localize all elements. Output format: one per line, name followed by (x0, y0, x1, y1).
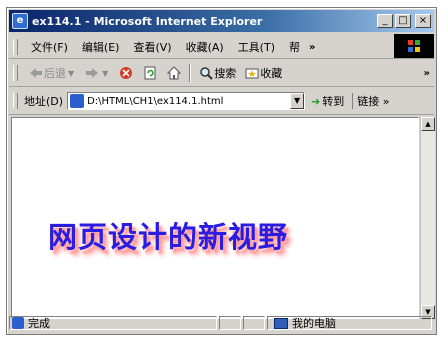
menu-tools[interactable]: 工具(T) (231, 39, 282, 55)
menu-edit[interactable]: 编辑(E) (75, 39, 127, 55)
close-button[interactable]: × (415, 14, 431, 28)
favorites-icon (244, 65, 260, 81)
back-button[interactable]: 后退 ▼ (24, 65, 80, 81)
zone-text: 我的电脑 (292, 317, 336, 330)
addressbar-grip[interactable] (13, 93, 18, 109)
browser-window: e ex114.1 - Microsoft Internet Explorer … (6, 7, 437, 335)
status-bar: 完成 我的电脑 (9, 314, 434, 332)
home-icon (166, 65, 182, 81)
search-button[interactable]: 搜索 (194, 65, 240, 81)
back-arrow-icon (28, 65, 44, 81)
favorites-label: 收藏 (260, 67, 283, 80)
links-button[interactable]: 链接 » (352, 93, 390, 109)
menu-favorites[interactable]: 收藏(A) (179, 39, 231, 55)
forward-dropdown-icon[interactable]: ▼ (102, 69, 108, 78)
back-dropdown-icon[interactable]: ▼ (68, 69, 74, 78)
address-url[interactable]: D:\HTML\CH1\ex114.1.html (87, 96, 290, 107)
window-title: ex114.1 - Microsoft Internet Explorer (32, 14, 263, 28)
status-pane-empty (243, 316, 265, 330)
search-label: 搜索 (214, 67, 237, 80)
standard-toolbar: 后退 ▼ ▼ 搜索 收藏 » (9, 60, 434, 87)
page-content: 网页设计的新视野 (11, 117, 419, 319)
scroll-up-icon[interactable]: ▲ (421, 117, 435, 131)
go-label: 转到 (322, 95, 345, 108)
menu-bar: 文件(F) 编辑(E) 查看(V) 收藏(A) 工具(T) 帮 » (9, 34, 434, 59)
back-label: 后退 (44, 67, 66, 80)
windows-logo-icon (394, 34, 434, 58)
stop-button[interactable] (114, 65, 138, 81)
caption-buttons: _ □ × (377, 14, 431, 28)
toolbar-grip[interactable] (13, 65, 18, 81)
favorites-button[interactable]: 收藏 (240, 65, 286, 81)
menu-help[interactable]: 帮 (282, 39, 307, 55)
menubar-grip[interactable] (13, 39, 18, 55)
address-input[interactable]: D:\HTML\CH1\ex114.1.html ▼ (67, 92, 306, 110)
menu-view[interactable]: 查看(V) (126, 39, 178, 55)
ie-icon: e (12, 13, 28, 29)
forward-button[interactable]: ▼ (80, 65, 114, 81)
page-icon (70, 94, 85, 108)
status-pane: 完成 (9, 316, 217, 330)
home-button[interactable] (162, 65, 186, 81)
page-headline: 网页设计的新视野 (48, 220, 289, 254)
done-page-icon (12, 317, 24, 329)
address-label: 地址(D) (24, 95, 64, 108)
toolbar-more-chevron[interactable]: » (424, 68, 434, 79)
go-button[interactable]: ➜ 转到 (311, 93, 344, 109)
address-bar: 地址(D) D:\HTML\CH1\ex114.1.html ▼ ➜ 转到 链接… (9, 88, 434, 115)
search-icon (198, 65, 214, 81)
address-dropdown-icon[interactable]: ▼ (290, 93, 305, 109)
menu-file[interactable]: 文件(F) (24, 39, 75, 55)
title-bar[interactable]: e ex114.1 - Microsoft Internet Explorer … (9, 10, 434, 32)
refresh-button[interactable] (138, 65, 162, 81)
menu-more-chevron[interactable]: » (307, 42, 317, 53)
status-text: 完成 (28, 317, 50, 330)
forward-arrow-icon (84, 65, 100, 81)
refresh-icon (142, 65, 158, 81)
toolbar-separator (189, 64, 192, 82)
vertical-scrollbar[interactable]: ▲ ▼ (420, 117, 435, 319)
stop-icon (118, 65, 134, 81)
security-zone-pane: 我的电脑 (267, 316, 432, 330)
maximize-button[interactable]: □ (395, 14, 411, 28)
computer-icon (274, 317, 288, 329)
minimize-button[interactable]: _ (377, 14, 393, 28)
status-pane-empty (219, 316, 241, 330)
go-arrow-icon: ➜ (311, 94, 321, 108)
